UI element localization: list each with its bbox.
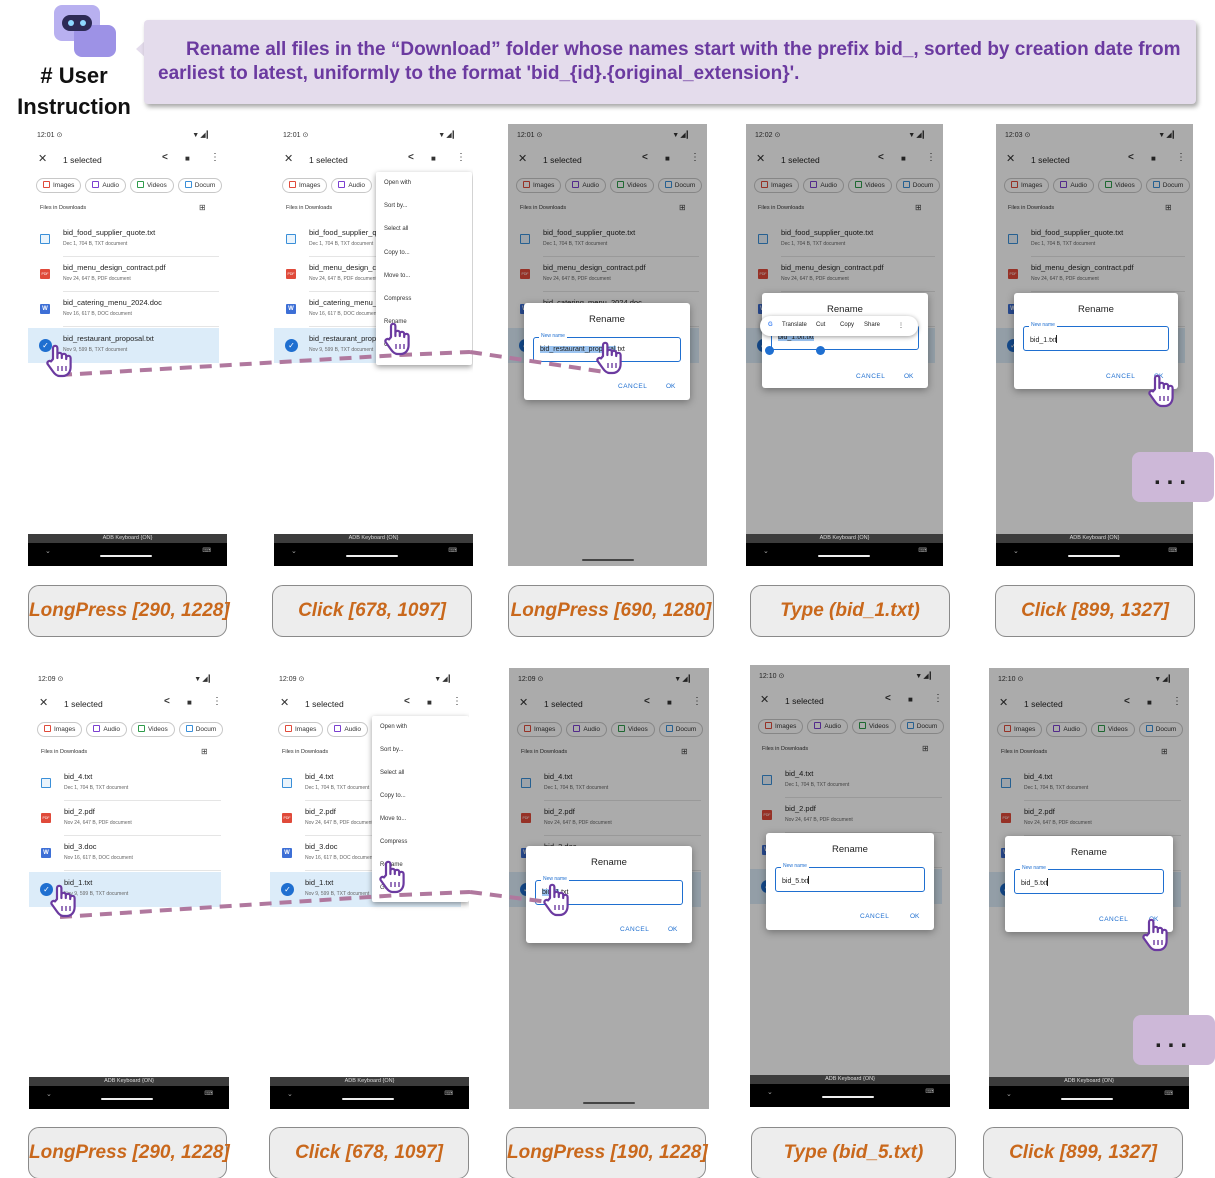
hand-pointer-icon xyxy=(594,341,626,375)
drag-path-segment xyxy=(59,353,401,377)
hand-pointer-icon xyxy=(377,860,409,894)
drag-path-segment xyxy=(399,890,471,897)
drag-path-segment xyxy=(469,350,606,374)
ellipsis: ... xyxy=(1154,1026,1193,1053)
hand-pointer-icon xyxy=(48,884,80,918)
hand-pointer-icon xyxy=(382,322,414,356)
hand-pointer-icon xyxy=(1140,918,1172,952)
hand-pointer-icon xyxy=(1146,374,1178,408)
ellipsis: ... xyxy=(1153,463,1192,490)
more-steps-badge: ... xyxy=(1132,452,1214,502)
stage: # User Instruction Rename all files in t… xyxy=(0,0,1215,1178)
drag-path-segment xyxy=(59,893,401,919)
more-steps-badge: ... xyxy=(1133,1015,1215,1065)
hand-pointer-icon xyxy=(541,883,573,917)
hand-pointer-icon xyxy=(44,344,76,378)
drag-path-overlay xyxy=(59,350,606,919)
drag-path-segment xyxy=(469,890,549,904)
